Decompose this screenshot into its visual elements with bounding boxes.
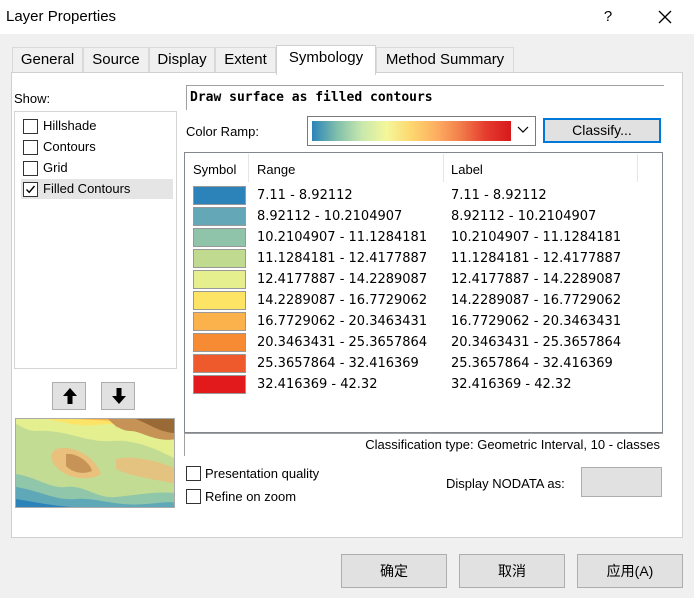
classification-info: Classification type: Geometric Interval,… [365,437,660,452]
tab-symbology[interactable]: Symbology [276,45,376,75]
column-header-range[interactable]: Range [257,153,295,183]
table-row[interactable]: 8.92112 - 10.2104907 8.92112 - 10.210490… [185,206,662,227]
class-label[interactable]: 7.11 - 8.92112 [451,185,547,206]
class-range[interactable]: 12.4177887 - 14.2289087 [257,269,427,290]
class-range[interactable]: 8.92112 - 10.2104907 [257,206,402,227]
column-divider [637,154,638,182]
show-item-grid[interactable]: Grid [21,158,173,178]
class-symbol[interactable] [193,270,246,289]
refine-on-zoom-checkbox[interactable] [186,489,201,504]
class-range[interactable]: 7.11 - 8.92112 [257,185,353,206]
class-range[interactable]: 11.1284181 - 12.4177887 [257,248,427,269]
show-item-hillshade[interactable]: Hillshade [21,116,173,136]
show-item-contours[interactable]: Contours [21,137,173,157]
class-label[interactable]: 12.4177887 - 14.2289087 [451,269,621,290]
class-table: Symbol Range Label 7.11 - 8.92112 7.11 -… [184,152,663,433]
classify-button[interactable]: Classify... [543,118,661,143]
tab-display[interactable]: Display [149,47,215,73]
table-row[interactable]: 20.3463431 - 25.3657864 20.3463431 - 25.… [185,332,662,353]
close-icon [658,10,672,24]
class-range[interactable]: 14.2289087 - 16.7729062 [257,290,427,311]
class-range[interactable]: 20.3463431 - 25.3657864 [257,332,427,353]
class-symbol[interactable] [193,228,246,247]
show-list: Hillshade Contours Grid Filled Contours [14,111,177,369]
class-label[interactable]: 8.92112 - 10.2104907 [451,206,596,227]
grid-checkbox[interactable] [23,161,38,176]
table-row[interactable]: 12.4177887 - 14.2289087 12.4177887 - 14.… [185,269,662,290]
class-symbol[interactable] [193,207,246,226]
ok-button[interactable]: 确定 [341,554,447,588]
color-ramp-dropdown[interactable] [307,116,536,146]
chevron-down-icon [517,126,529,133]
title-bar: Layer Properties ? [0,0,694,34]
color-ramp-label: Color Ramp: [186,124,259,139]
table-row[interactable]: 14.2289087 - 16.7729062 14.2289087 - 16.… [185,290,662,311]
arrow-down-icon [112,388,126,404]
table-row[interactable]: 32.416369 - 42.32 32.416369 - 42.32 [185,374,662,395]
nodata-color-button[interactable] [581,467,662,497]
class-symbol[interactable] [193,375,246,394]
tab-extent[interactable]: Extent [215,47,276,73]
tab-source[interactable]: Source [83,47,149,73]
class-range[interactable]: 25.3657864 - 32.416369 [257,353,419,374]
class-symbol[interactable] [193,312,246,331]
filled-contours-preview [16,419,174,507]
class-label[interactable]: 14.2289087 - 16.7729062 [451,290,621,311]
show-label: Show: [14,91,51,106]
symbology-description: Draw surface as filled contours [186,85,664,110]
move-down-button[interactable] [101,382,135,410]
filled-contours-checkbox[interactable] [23,182,38,197]
class-range[interactable]: 16.7729062 - 20.3463431 [257,311,427,332]
class-symbol[interactable] [193,186,246,205]
classification-info-bar: Classification type: Geometric Interval,… [184,433,663,456]
contours-checkbox[interactable] [23,140,38,155]
apply-button[interactable]: 应用(A) [577,554,683,588]
cancel-button[interactable]: 取消 [459,554,565,588]
class-symbol[interactable] [193,249,246,268]
arrow-up-icon [63,388,77,404]
refine-on-zoom-label: Refine on zoom [205,489,297,504]
presentation-quality-label: Presentation quality [205,466,320,481]
color-ramp-swatch [312,121,511,141]
class-label[interactable]: 16.7729062 - 20.3463431 [451,311,621,332]
hillshade-checkbox[interactable] [23,119,38,134]
class-label[interactable]: 11.1284181 - 12.4177887 [451,248,621,269]
class-symbol[interactable] [193,354,246,373]
class-label[interactable]: 25.3657864 - 32.416369 [451,353,613,374]
table-row[interactable]: 11.1284181 - 12.4177887 11.1284181 - 12.… [185,248,662,269]
class-range[interactable]: 10.2104907 - 11.1284181 [257,227,427,248]
class-label[interactable]: 32.416369 - 42.32 [451,374,571,395]
class-symbol[interactable] [193,333,246,352]
table-row[interactable]: 10.2104907 - 11.1284181 10.2104907 - 11.… [185,227,662,248]
tab-general[interactable]: General [12,47,83,73]
class-symbol[interactable] [193,291,246,310]
column-header-symbol[interactable]: Symbol [193,153,236,183]
show-item-label: Hillshade [43,118,97,133]
table-row[interactable]: 7.11 - 8.92112 7.11 - 8.92112 [185,185,662,206]
nodata-label: Display NODATA as: [446,476,565,491]
layer-preview [15,418,175,508]
class-label[interactable]: 10.2104907 - 11.1284181 [451,227,621,248]
show-item-label: Grid [43,160,68,175]
table-row[interactable]: 16.7729062 - 20.3463431 16.7729062 - 20.… [185,311,662,332]
table-row[interactable]: 25.3657864 - 32.416369 25.3657864 - 32.4… [185,353,662,374]
close-button[interactable] [646,4,686,30]
show-item-label: Contours [43,139,96,154]
column-header-label[interactable]: Label [451,153,483,183]
window-title: Layer Properties [6,8,117,25]
checkmark-icon [25,185,36,194]
tab-method-summary[interactable]: Method Summary [376,47,514,73]
show-item-label: Filled Contours [43,181,131,196]
column-divider [248,154,249,182]
help-button[interactable]: ? [588,4,628,30]
class-range[interactable]: 32.416369 - 42.32 [257,374,377,395]
show-item-filled-contours[interactable]: Filled Contours [21,179,173,199]
presentation-quality-checkbox[interactable] [186,466,201,481]
move-up-button[interactable] [52,382,86,410]
column-divider [443,154,444,182]
class-label[interactable]: 20.3463431 - 25.3657864 [451,332,621,353]
